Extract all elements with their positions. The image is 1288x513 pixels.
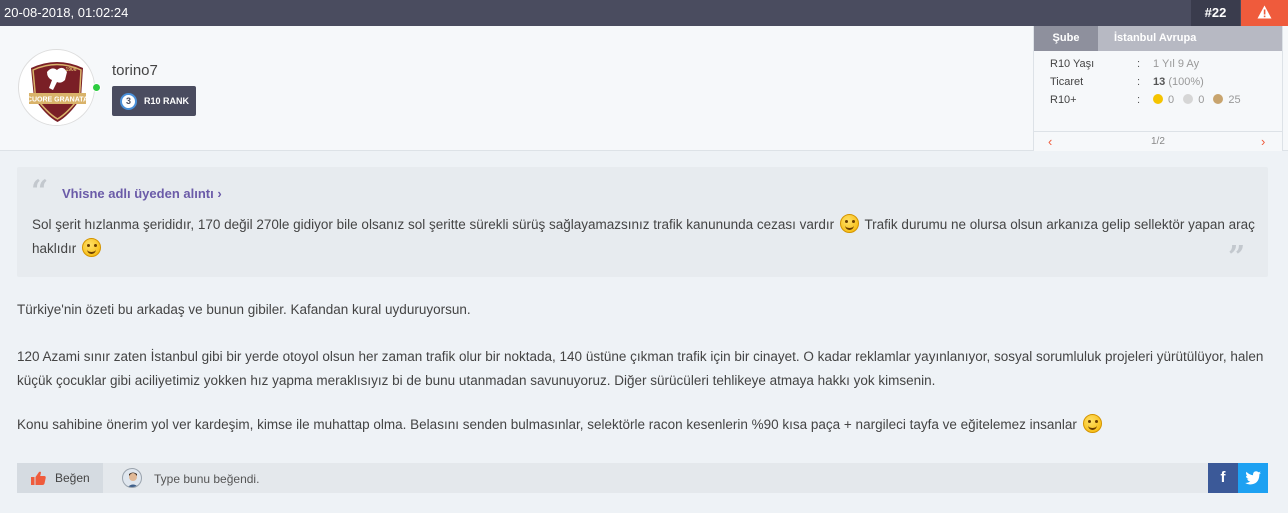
online-status-indicator [92,83,101,92]
twitter-bird-icon [1245,471,1261,485]
info-value-age: 1 Yıl 9 Ay [1153,58,1200,70]
smiley-emoji-icon [82,238,102,257]
page-indicator: 1/2 [1151,136,1165,147]
smiley-emoji-icon [1082,414,1102,433]
info-label-age: R10 Yaşı [1050,58,1095,70]
twitter-share-button[interactable] [1238,463,1268,493]
branch-tab[interactable]: Şube [1034,26,1098,51]
post-number[interactable]: #22 [1191,0,1240,26]
info-label-r10plus: R10+ [1050,94,1077,106]
info-box-header: Şube İstanbul Avrupa [1034,26,1282,51]
like-label: Beğen [55,471,90,485]
quote-author-link[interactable]: Vhisne adlı üyeden alıntı › [62,186,222,201]
svg-text:CUORE GRANATA: CUORE GRANATA [27,97,88,104]
quote-text: Sol şerit hızlanma şerididır, 170 değil … [32,213,1257,261]
quote-text-part1: Sol şerit hızlanma şerididır, 170 değil … [32,217,835,232]
post-date: 20-08-2018, 01:02:24 [4,5,129,20]
silver-count: 0 [1198,94,1205,106]
gold-count: 0 [1168,94,1175,106]
trade-count: 13 [1153,76,1166,88]
next-arrow-icon[interactable]: › [1261,134,1265,149]
username-link[interactable]: torino7 [112,62,158,79]
gold-medal-icon [1153,94,1163,104]
prev-arrow-icon[interactable]: ‹ [1048,134,1052,149]
like-button[interactable]: Beğen [17,463,103,493]
smiley-emoji-icon [839,214,859,233]
info-colon: : [1137,76,1141,88]
info-value-r10plus: 0 0 25 [1153,94,1241,106]
rank-level: 3 [120,93,137,110]
quote-close-icon: ” [1228,240,1246,275]
silver-medal-icon [1183,94,1194,104]
info-label-trade: Ticaret [1050,76,1084,88]
post-footer: Beğen Type bunu beğendi. f [17,463,1268,493]
post-paragraph-1: Türkiye'nin özeti bu arkadaş ve bunun gi… [17,302,471,317]
liked-by-text: Type bunu beğendi. [154,472,260,486]
post-paragraph-3-text: Konu sahibine önerim yol ver kardeşim, k… [17,417,1077,432]
quote-block: “ Vhisne adlı üyeden alıntı › Sol şerit … [17,167,1268,277]
report-button[interactable] [1241,0,1288,26]
branch-name: İstanbul Avrupa [1114,32,1197,44]
rank-badge[interactable]: 3 R10 RANK [112,86,196,116]
avatar[interactable]: CUORE GRANATA 1906 [18,49,95,126]
bronze-medal-icon [1213,94,1224,104]
quote-open-icon: “ [31,174,49,209]
svg-text:1906: 1906 [65,67,76,73]
info-value-trade: 13 (100%) [1153,76,1204,88]
liker-avatar[interactable] [122,468,142,488]
facebook-share-button[interactable]: f [1208,463,1238,493]
post-paragraph-2: 120 Azami sınır zaten İstanbul gibi bir … [17,349,1264,388]
info-colon: : [1137,58,1141,70]
trade-percent: (100%) [1168,76,1204,88]
info-pager: ‹ 1/2 › [1034,131,1282,151]
post-paragraph-3: Konu sahibine önerim yol ver kardeşim, k… [17,413,1272,437]
rank-label: R10 RANK [144,96,190,106]
info-colon: : [1137,94,1141,106]
user-info-box: Şube İstanbul Avrupa R10 Yaşı : 1 Yıl 9 … [1033,26,1283,151]
post-header-bar: 20-08-2018, 01:02:24 #22 [0,0,1288,26]
thumbs-up-icon [31,471,46,485]
warning-triangle-icon [1257,5,1272,19]
bronze-count: 25 [1228,94,1241,106]
